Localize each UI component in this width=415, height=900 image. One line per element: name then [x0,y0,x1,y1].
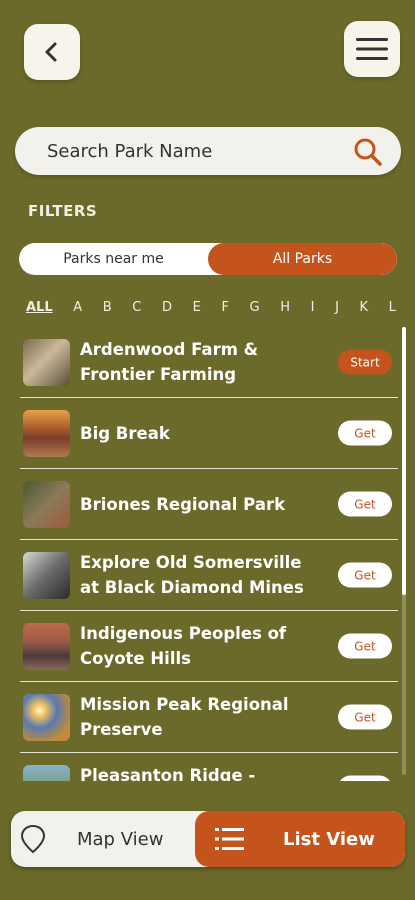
alpha-j[interactable]: J [335,300,339,315]
park-name: Big Break [80,423,170,443]
park-thumbnail [23,551,70,599]
alpha-d[interactable]: D [162,300,172,315]
scrollbar-thumb[interactable] [402,327,406,595]
alpha-k[interactable]: K [360,300,369,315]
park-thumbnail [23,622,70,670]
search-icon[interactable] [353,137,383,167]
start-button[interactable]: Start [338,349,392,375]
alpha-f[interactable]: F [221,300,228,315]
park-thumbnail [23,764,70,781]
park-thumbnail [23,338,70,386]
park-list[interactable]: Ardenwood Farm & Frontier Farming Start … [20,327,398,781]
park-name: Pleasanton Ridge - Ensured [80,766,256,781]
alpha-g[interactable]: G [250,300,260,315]
search-bar[interactable] [15,127,401,175]
alpha-a[interactable]: A [73,300,82,315]
list-item[interactable]: Pleasanton Ridge - Ensured [20,753,398,781]
get-button[interactable]: Get [338,704,392,730]
park-name: Ardenwood Farm & Frontier Farming [80,340,259,384]
list-item[interactable]: Briones Regional Park Get [20,469,398,540]
filter-all-parks[interactable]: All Parks [208,243,397,275]
chevron-left-icon [45,42,57,62]
map-view-button[interactable]: Map View [11,811,195,867]
park-name: Explore Old Somersville at Black Diamond… [80,553,304,597]
list-icon [215,828,244,850]
list-item[interactable]: Explore Old Somersville at Black Diamond… [20,540,398,611]
park-thumbnail [23,480,70,528]
filter-segmented-control: Parks near me All Parks [19,243,397,275]
alpha-i[interactable]: I [311,300,315,315]
filters-title: FILTERS [28,202,98,220]
park-name: Indigenous Peoples of Coyote Hills [80,624,287,668]
list-view-button[interactable]: List View [195,811,405,867]
alpha-l[interactable]: L [389,300,396,315]
get-button[interactable]: Get [338,420,392,446]
park-thumbnail [23,693,70,741]
park-name: Mission Peak Regional Preserve [80,695,289,739]
alpha-c[interactable]: C [132,300,141,315]
filter-parks-near-me[interactable]: Parks near me [19,243,208,275]
list-item[interactable]: Ardenwood Farm & Frontier Farming Start [20,327,398,398]
view-toggle: Map View List View [11,811,405,867]
menu-button[interactable] [344,21,400,77]
list-view-label: List View [283,828,375,850]
list-item[interactable]: Indigenous Peoples of Coyote Hills Get [20,611,398,682]
get-button[interactable] [338,775,392,781]
get-button[interactable]: Get [338,633,392,659]
park-name: Briones Regional Park [80,494,286,514]
alpha-b[interactable]: B [103,300,112,315]
alphabet-index: ALL A B C D E F G H I J K L [26,300,396,315]
alpha-e[interactable]: E [193,300,201,315]
list-item[interactable]: Mission Peak Regional Preserve Get [20,682,398,753]
park-thumbnail [23,409,70,457]
alpha-all[interactable]: ALL [26,300,53,315]
map-view-label: Map View [77,828,164,850]
back-button[interactable] [24,24,80,80]
alpha-h[interactable]: H [280,300,290,315]
hamburger-menu-icon [356,38,388,60]
search-input[interactable] [47,140,337,162]
list-item[interactable]: Big Break Get [20,398,398,469]
map-pin-icon [20,824,46,854]
get-button[interactable]: Get [338,491,392,517]
get-button[interactable]: Get [338,562,392,588]
